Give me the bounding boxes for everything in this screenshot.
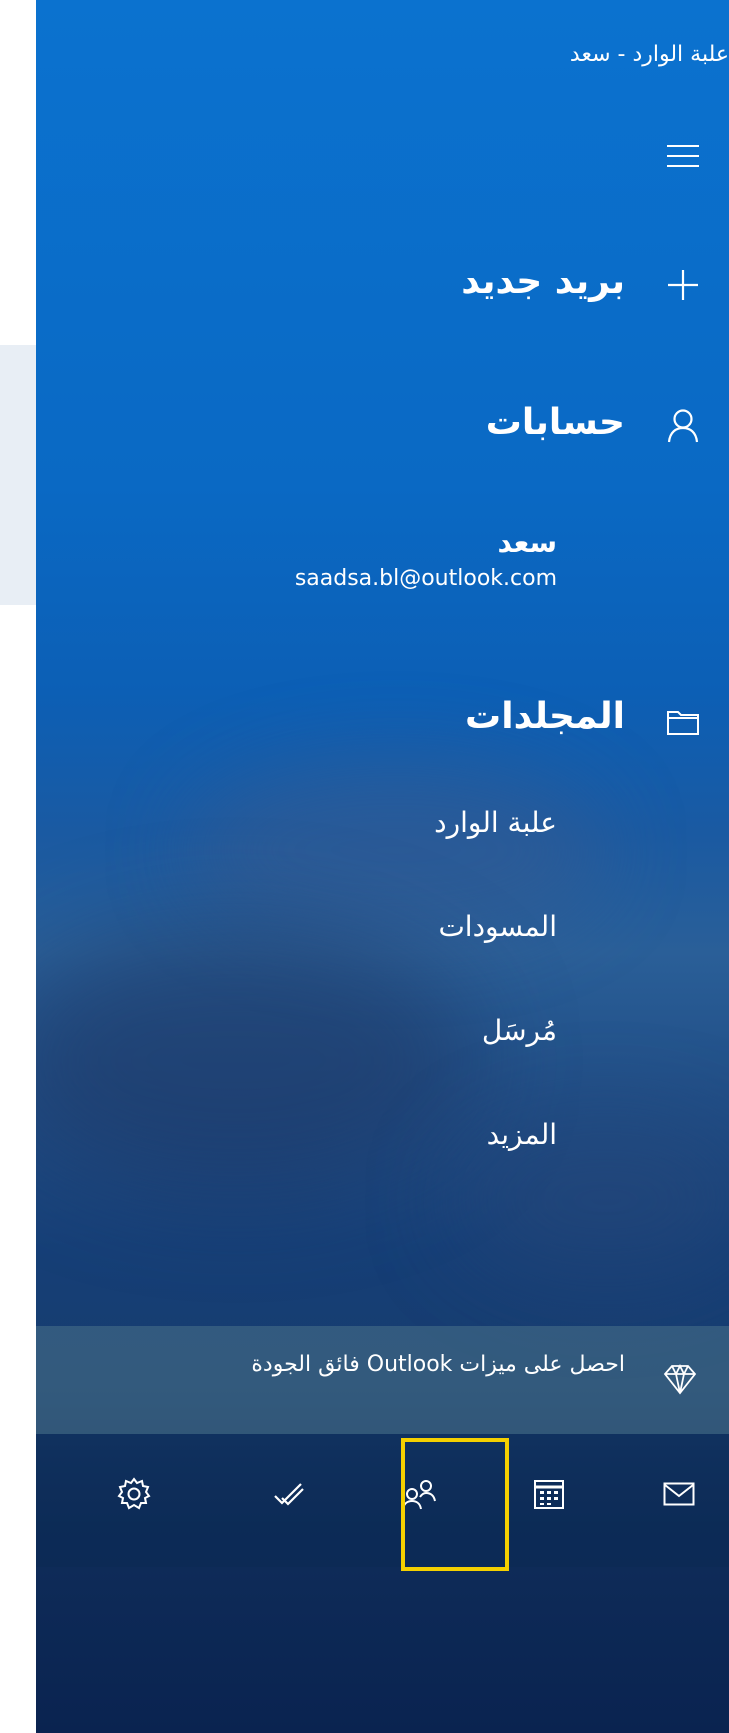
folder-sent[interactable]: مُرسَل (482, 1014, 557, 1047)
plus-icon (665, 267, 701, 303)
diamond-icon (663, 1362, 697, 1396)
calendar-icon[interactable] (529, 1474, 569, 1514)
premium-text: احصل على ميزات Outlook فائق الجودة (251, 1352, 625, 1377)
accounts-button[interactable]: حسابات (36, 398, 729, 458)
premium-banner[interactable]: احصل على ميزات Outlook فائق الجودة (36, 1326, 729, 1434)
account-name[interactable]: سعد (497, 526, 557, 559)
calendar-highlight-box (401, 1438, 509, 1571)
settings-icon[interactable] (114, 1474, 154, 1514)
folder-drafts[interactable]: المسودات (438, 910, 557, 943)
content-pane-edge (0, 0, 37, 1733)
new-mail-button[interactable]: بريد جديد (36, 255, 729, 315)
bottom-toolbar (36, 1434, 729, 1567)
todo-icon[interactable] (269, 1474, 309, 1514)
folder-inbox[interactable]: علبة الوارد (434, 806, 557, 839)
hamburger-menu-icon[interactable] (667, 143, 699, 169)
folders-label: المجلدات (465, 696, 625, 737)
person-icon (665, 408, 701, 444)
background-mountain (36, 930, 476, 1190)
window-title: علبة الوارد - سعد (569, 42, 729, 67)
accounts-label: حسابات (485, 402, 625, 443)
folder-more[interactable]: المزيد (487, 1118, 557, 1151)
account-email[interactable]: saadsa.bl@outlook.com (295, 566, 557, 591)
folders-heading: المجلدات (36, 692, 729, 752)
navigation-pane: علبة الوارد - سعد بريد جديد حسابات سعد s… (36, 0, 729, 1733)
content-pane-highlight (0, 345, 36, 605)
mail-icon[interactable] (659, 1474, 699, 1514)
new-mail-label: بريد جديد (461, 261, 625, 302)
folder-icon (665, 704, 701, 740)
